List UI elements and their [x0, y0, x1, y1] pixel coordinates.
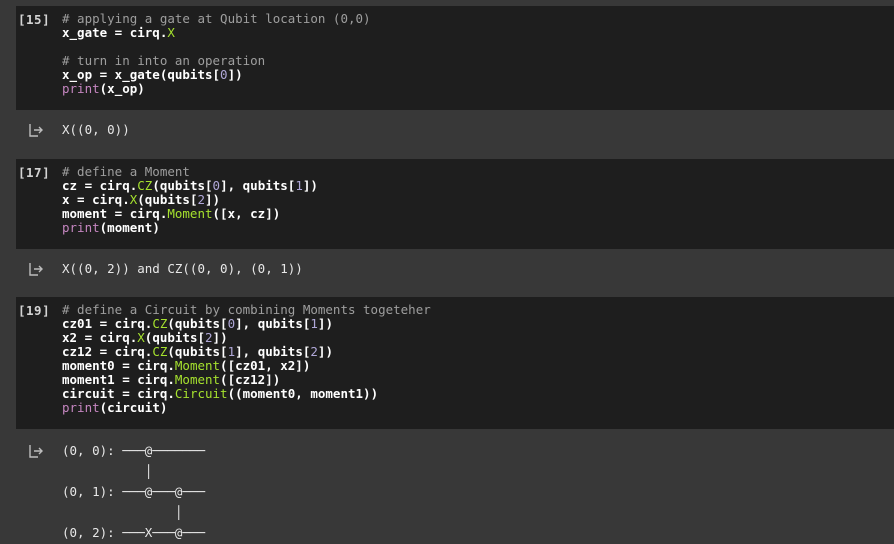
code-token: # define a Circuit by combining Moments …: [62, 302, 431, 317]
code-line: cz = cirq.CZ(qubits[0], qubits[1]): [62, 178, 318, 193]
code-token: CZ: [137, 178, 153, 193]
circuit-line: │: [62, 463, 153, 479]
code-token: CZ: [152, 316, 168, 331]
code-cell-19[interactable]: [19] # define a Circuit by combining Mom…: [0, 297, 894, 429]
code-line: print(moment): [62, 220, 160, 235]
code-token: Moment: [174, 372, 221, 387]
code-line: print(circuit): [62, 400, 167, 415]
code-token: (qubits[: [167, 316, 228, 331]
execution-count: [15]: [18, 12, 51, 27]
code-line: x_op = x_gate(qubits[0]): [62, 67, 243, 82]
code-token: x2 = cirq.: [62, 330, 138, 345]
circuit-line: (0, 2): ───X───@───: [62, 525, 205, 540]
code-line: moment1 = cirq.Moment([cz12]): [62, 372, 280, 387]
code-token: cz01 = cirq.: [62, 316, 153, 331]
code-line: print(x_op): [62, 81, 145, 96]
code-line: x = cirq.X(qubits[2]): [62, 192, 220, 207]
code-token: ]): [302, 178, 318, 193]
code-token: (moment): [99, 220, 160, 235]
code-content[interactable]: # applying a gate at Qubit location (0,0…: [62, 12, 371, 96]
code-line: x_gate = cirq.X: [62, 25, 175, 40]
code-token: cz = cirq.: [62, 178, 138, 193]
code-token: X: [137, 330, 145, 345]
code-token: ], qubits[: [235, 316, 311, 331]
code-cell-15[interactable]: [15] # applying a gate at Qubit location…: [0, 6, 894, 110]
code-token: Moment: [174, 358, 221, 373]
code-token: print: [62, 400, 100, 415]
code-token: (qubits[: [137, 192, 198, 207]
code-token: ]): [317, 316, 333, 331]
execution-count: [17]: [18, 165, 51, 180]
code-token: moment = cirq.: [62, 206, 168, 221]
output-area-15: X((0, 0)): [0, 120, 894, 142]
code-token: x_gate = cirq.: [62, 25, 168, 40]
output-arrow-icon[interactable]: [28, 123, 44, 137]
code-token: # define a Moment: [62, 164, 190, 179]
code-token: moment1 = cirq.: [62, 372, 175, 387]
code-token: x_op = x_gate(qubits[: [62, 67, 221, 82]
output-area-17: X((0, 2)) and CZ((0, 0), (0, 1)): [0, 258, 894, 280]
code-token: ]): [205, 192, 221, 207]
code-token: (circuit): [99, 400, 168, 415]
code-token: print: [62, 220, 100, 235]
code-token: 2: [205, 330, 213, 345]
code-cell-17[interactable]: [17] # define a Moment cz = cirq.CZ(qubi…: [0, 159, 894, 249]
output-arrow-icon[interactable]: [28, 444, 44, 458]
code-token: ((moment0, moment1)): [227, 386, 379, 401]
output-text: X((0, 0)): [62, 122, 130, 137]
code-token: # turn in into an operation: [62, 53, 266, 68]
code-line: cz01 = cirq.CZ(qubits[0], qubits[1]): [62, 316, 333, 331]
code-token: x = cirq.: [62, 192, 130, 207]
code-token: CZ: [152, 344, 168, 359]
code-token: (x_op): [99, 81, 145, 96]
code-line: # applying a gate at Qubit location (0,0…: [62, 11, 371, 26]
code-token: (qubits[: [152, 178, 213, 193]
code-line: # define a Moment: [62, 164, 190, 179]
code-token: print: [62, 81, 100, 96]
code-content[interactable]: # define a Circuit by combining Moments …: [62, 303, 431, 415]
code-token: 0: [212, 178, 221, 193]
code-line: x2 = cirq.X(qubits[2]): [62, 330, 228, 345]
code-token: 1: [227, 344, 236, 359]
circuit-diagram-output: (0, 0): ───@─────── │ (0, 1): ───@───@──…: [62, 441, 205, 544]
code-line: # define a Circuit by combining Moments …: [62, 302, 431, 317]
code-token: ], qubits[: [235, 344, 311, 359]
code-token: X: [167, 25, 175, 40]
code-token: 2: [197, 192, 206, 207]
code-line: cz12 = cirq.CZ(qubits[1], qubits[2]): [62, 344, 333, 359]
code-token: # applying a gate at Qubit location (0,0…: [62, 11, 371, 26]
code-token: ], qubits[: [220, 178, 296, 193]
output-arrow-icon[interactable]: [28, 262, 44, 276]
code-content[interactable]: # define a Moment cz = cirq.CZ(qubits[0]…: [62, 165, 318, 235]
code-line: moment0 = cirq.Moment([cz01, x2]): [62, 358, 310, 373]
code-token: cz12 = cirq.: [62, 344, 153, 359]
code-token: circuit = cirq.: [62, 386, 175, 401]
circuit-line: (0, 1): ───@───@───: [62, 484, 205, 499]
code-token: ([cz12]): [220, 372, 281, 387]
code-token: 2: [310, 344, 318, 359]
code-line: moment = cirq.Moment([x, cz]): [62, 206, 280, 221]
output-text: X((0, 2)) and CZ((0, 0), (0, 1)): [62, 261, 303, 276]
code-token: ]): [317, 344, 333, 359]
code-token: moment0 = cirq.: [62, 358, 175, 373]
code-token: ([cz01, x2]): [220, 358, 311, 373]
code-token: (qubits[: [144, 330, 206, 345]
code-token: 1: [310, 316, 318, 331]
code-token: Circuit: [174, 386, 228, 401]
code-token: 1: [295, 178, 303, 193]
code-token: 0: [220, 67, 228, 82]
code-line: circuit = cirq.Circuit((moment0, moment1…: [62, 386, 378, 401]
code-token: 0: [227, 316, 236, 331]
execution-count: [19]: [18, 303, 51, 318]
code-token: ]): [212, 330, 228, 345]
circuit-line: (0, 0): ───@───────: [62, 443, 205, 458]
code-token: (qubits[: [167, 344, 228, 359]
code-line: # turn in into an operation: [62, 53, 265, 68]
code-token: Moment: [167, 206, 213, 221]
code-token: ([x, cz]): [212, 206, 281, 221]
code-token: ]): [227, 67, 243, 82]
circuit-line: │: [62, 504, 183, 520]
output-area-19: (0, 0): ───@─────── │ (0, 1): ───@───@──…: [0, 440, 894, 540]
